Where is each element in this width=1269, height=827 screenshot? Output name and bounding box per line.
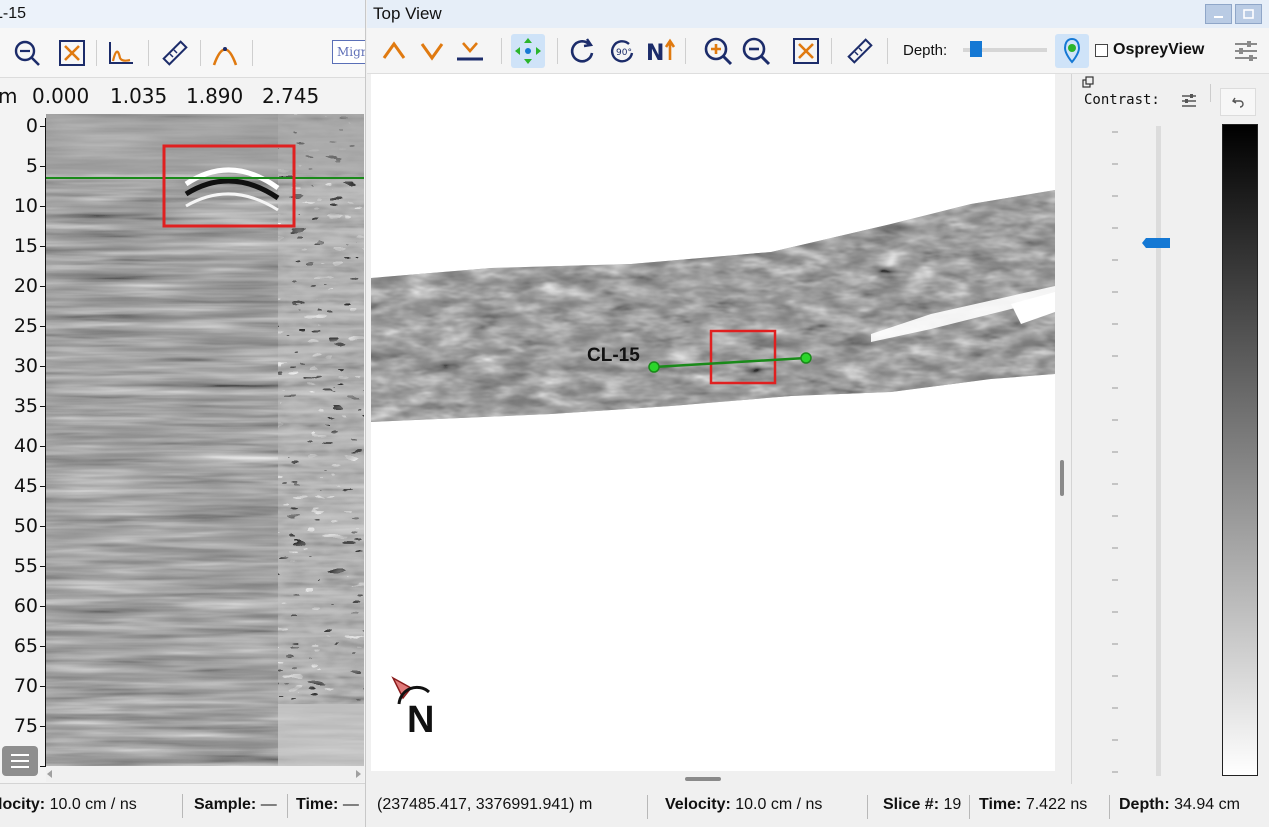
- hyperbola-fit-icon[interactable]: [210, 38, 240, 68]
- zoom-fit-icon[interactable]: [57, 38, 87, 68]
- bottom-drawer-handle[interactable]: [685, 777, 721, 781]
- y-tick-label: 0: [25, 115, 38, 137]
- gps-locate-icon[interactable]: [1055, 34, 1089, 68]
- contrast-slider[interactable]: [1102, 126, 1172, 776]
- contrast-reset-button[interactable]: [1220, 88, 1256, 116]
- time-depth-axis: 05101520253035404550556065707580: [0, 112, 46, 777]
- undock-icon[interactable]: [1082, 76, 1094, 88]
- contrast-settings-icon[interactable]: [1180, 92, 1198, 110]
- y-tick-label: 10: [13, 195, 38, 217]
- panel-splitter-handle[interactable]: [1060, 460, 1064, 496]
- depth-up-icon[interactable]: [377, 34, 411, 68]
- velocity-status: Velocity: 10.0 cm / ns: [665, 796, 823, 813]
- minimize-button[interactable]: [1205, 4, 1232, 24]
- distance-axis: m 0.000 1.035 1.890 2.745: [0, 80, 365, 112]
- y-tick-label: 50: [13, 515, 38, 537]
- depth-status: Depth: 34.94 cm: [1119, 796, 1240, 813]
- ospreyview-checkbox[interactable]: [1095, 44, 1108, 57]
- radargram-image[interactable]: [46, 114, 364, 766]
- y-tick-label: 45: [13, 475, 38, 497]
- coordinates-status: (237485.417, 3376991.941) m: [377, 796, 593, 813]
- minimize-icon: [1214, 16, 1223, 18]
- x-tick-label: 0.000: [32, 84, 90, 108]
- y-tick-label: 5: [25, 155, 38, 177]
- maximize-icon: [1243, 9, 1254, 19]
- maximize-button[interactable]: [1235, 4, 1262, 24]
- top-view-toolbar: 90° N Depth: OspreyView: [367, 28, 1269, 74]
- depth-down-icon[interactable]: [415, 34, 449, 68]
- rotate-90-icon[interactable]: 90°: [605, 34, 639, 68]
- profile-window-title: L-15: [0, 0, 365, 28]
- zoom-out-icon[interactable]: [12, 38, 42, 68]
- svg-text:90°: 90°: [616, 48, 632, 58]
- top-view-window-title: Top View: [367, 0, 1269, 28]
- y-tick-label: 30: [13, 355, 38, 377]
- rotate-icon[interactable]: [565, 34, 599, 68]
- window-controls: [1205, 4, 1263, 24]
- time-status: Time: 7.422 ns: [979, 796, 1088, 813]
- sample-status: Sample: —: [194, 796, 277, 813]
- zoom-out-icon[interactable]: [739, 34, 773, 68]
- x-tick-label: 1.035: [110, 84, 168, 108]
- profile-label: CL-15: [587, 345, 640, 366]
- wiggle-trace-icon[interactable]: [106, 38, 136, 68]
- y-tick-label: 15: [13, 235, 38, 257]
- north-up-icon[interactable]: N: [643, 34, 677, 68]
- y-tick-label: 25: [13, 315, 38, 337]
- profile-title-text: L-15: [0, 5, 27, 22]
- profile-toolbar: [0, 28, 365, 78]
- grayscale-colorbar: [1222, 124, 1258, 776]
- y-tick-label: 70: [13, 675, 38, 697]
- contrast-ticks: [1112, 131, 1118, 773]
- top-view-map[interactable]: CL-15 N: [371, 74, 1055, 771]
- migrate-button[interactable]: Migrate: [332, 40, 365, 64]
- time-status: Time: —: [296, 796, 359, 813]
- horizontal-scrollbar[interactable]: [46, 766, 364, 782]
- y-tick-label: 75: [13, 715, 38, 737]
- settings-sliders-icon[interactable]: [1229, 34, 1263, 68]
- y-tick-label: 20: [13, 275, 38, 297]
- svg-text:N: N: [646, 41, 664, 66]
- scroll-right-icon[interactable]: [354, 770, 362, 778]
- y-tick-label: 65: [13, 635, 38, 657]
- menu-icon: [11, 754, 29, 768]
- zoom-fit-icon[interactable]: [789, 34, 823, 68]
- top-view-panel: Top View 90° N Depth: OspreyView CL-15 N…: [367, 0, 1269, 827]
- y-tick-label: 55: [13, 555, 38, 577]
- depth-level-icon[interactable]: [453, 34, 487, 68]
- profile-start-handle[interactable]: [648, 361, 660, 373]
- profile-end-handle[interactable]: [800, 352, 812, 364]
- ospreyview-label: OspreyView: [1113, 41, 1205, 58]
- depth-label: Depth:: [903, 42, 948, 59]
- top-view-status-bar: (237485.417, 3376991.941) m Velocity: 10…: [367, 789, 1269, 827]
- contrast-label: Contrast:: [1084, 92, 1160, 108]
- measure-icon[interactable]: [843, 34, 877, 68]
- north-label: N: [407, 699, 434, 741]
- zoom-in-icon[interactable]: [701, 34, 735, 68]
- x-tick-label: 2.745: [262, 84, 320, 108]
- x-tick-label: 1.890: [186, 84, 244, 108]
- y-tick-label: 35: [13, 395, 38, 417]
- slice-status: Slice #: 19: [883, 796, 962, 813]
- profile-status-bar: locity: 10.0 cm / ns Sample: — Time: —: [0, 783, 365, 827]
- velocity-status: locity: 10.0 cm / ns: [0, 796, 137, 813]
- pan-icon[interactable]: [511, 34, 545, 68]
- contrast-slider-thumb[interactable]: [1142, 238, 1170, 248]
- undo-icon: [1232, 97, 1244, 108]
- y-tick-label: 60: [13, 595, 38, 617]
- measure-icon[interactable]: [160, 38, 190, 68]
- contrast-panel: Contrast:: [1071, 74, 1269, 784]
- contrast-track: [1156, 126, 1161, 776]
- profile-panel: L-15 Migrate m 0.000 1.035 1.890 2.745 0…: [0, 0, 366, 827]
- depth-slider-thumb[interactable]: [969, 41, 982, 57]
- y-tick-label: 40: [13, 435, 38, 457]
- x-axis-unit: m: [0, 84, 17, 108]
- profile-menu-button[interactable]: [2, 746, 38, 776]
- scroll-left-icon[interactable]: [46, 770, 54, 778]
